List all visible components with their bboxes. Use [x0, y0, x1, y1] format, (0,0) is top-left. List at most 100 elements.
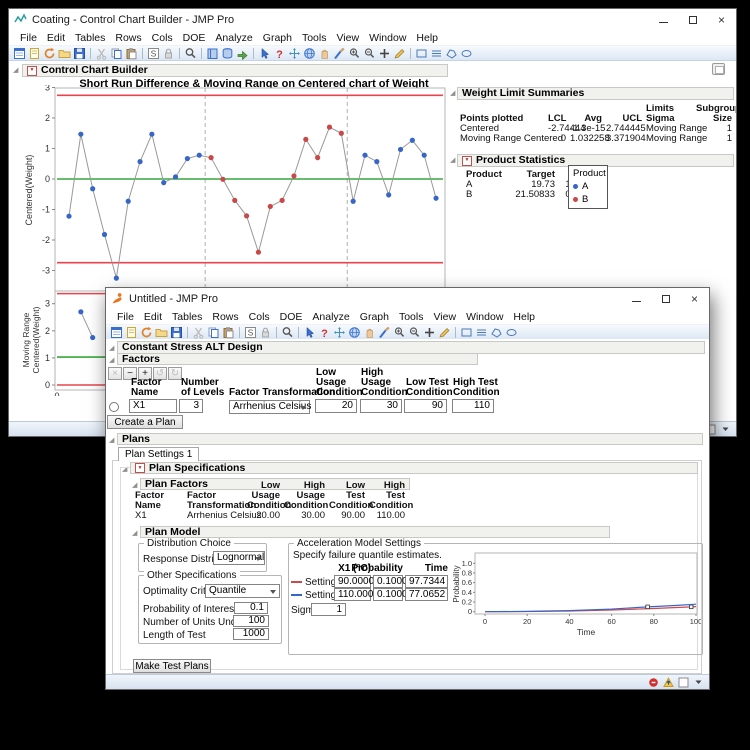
- new-doc-icon[interactable]: [125, 326, 139, 339]
- save-icon[interactable]: [73, 47, 87, 60]
- optimality-criterion-dropdown[interactable]: Quantile: [205, 584, 280, 598]
- globe-icon[interactable]: [303, 47, 317, 60]
- menu-doe[interactable]: DOE: [275, 311, 308, 323]
- menu-tables[interactable]: Tables: [70, 32, 110, 44]
- polygon-shape-icon[interactable]: [490, 326, 504, 339]
- search-icon[interactable]: [281, 326, 295, 339]
- brush-icon[interactable]: [378, 326, 392, 339]
- new-doc-icon[interactable]: [28, 47, 42, 60]
- script-window-icon[interactable]: S: [244, 326, 258, 339]
- oval-shape-icon[interactable]: [460, 47, 474, 60]
- probability-plot[interactable]: 00.20.40.60.81.0020406080100TimeProbabil…: [451, 547, 701, 642]
- grabber-icon[interactable]: [318, 47, 332, 60]
- magnifier-q-icon[interactable]: [408, 326, 422, 339]
- magnifier-p-icon[interactable]: [348, 47, 362, 60]
- rect-shape-icon[interactable]: [460, 326, 474, 339]
- panel-dock-icon[interactable]: [712, 63, 725, 75]
- menu-help[interactable]: Help: [411, 32, 443, 44]
- transformation-dropdown[interactable]: Arrhenius Celsius: [229, 400, 310, 414]
- globe-icon[interactable]: [348, 326, 362, 339]
- open-icon[interactable]: [58, 47, 72, 60]
- script-window-icon[interactable]: S: [147, 47, 161, 60]
- minimize-button[interactable]: [622, 288, 651, 309]
- response-distribution-dropdown[interactable]: Lognormal: [213, 551, 265, 565]
- disclosure-icon[interactable]: [450, 157, 455, 164]
- setting2-time-input[interactable]: 77.0652: [405, 588, 448, 601]
- outline-plans[interactable]: Plans: [117, 433, 703, 445]
- red-triangle-menu-icon[interactable]: [27, 66, 37, 76]
- menu-cols[interactable]: Cols: [244, 311, 275, 323]
- lines-shape-icon[interactable]: [430, 47, 444, 60]
- help-icon[interactable]: ?: [318, 326, 332, 339]
- menu-window[interactable]: Window: [364, 32, 411, 44]
- maximize-button[interactable]: [678, 9, 707, 30]
- copy-icon[interactable]: [207, 326, 221, 339]
- cut-icon[interactable]: [192, 326, 206, 339]
- minimize-button[interactable]: [649, 9, 678, 30]
- menu-rows[interactable]: Rows: [207, 311, 243, 323]
- open-icon[interactable]: [155, 326, 169, 339]
- menu-view[interactable]: View: [428, 311, 461, 323]
- magnifier-p-icon[interactable]: [393, 326, 407, 339]
- brush-icon[interactable]: [333, 47, 347, 60]
- factor-row-radio[interactable]: [109, 402, 119, 412]
- select-cursor-icon[interactable]: [258, 47, 272, 60]
- setting2-x1-input[interactable]: 110.0000: [334, 588, 371, 601]
- menu-graph[interactable]: Graph: [355, 311, 394, 323]
- menu-analyze[interactable]: Analyze: [307, 311, 354, 323]
- menu-tables[interactable]: Tables: [167, 311, 207, 323]
- select-cursor-icon[interactable]: [303, 326, 317, 339]
- disclosure-icon[interactable]: [109, 437, 114, 444]
- disclosure-icon[interactable]: [450, 90, 455, 97]
- red-triangle-menu-icon[interactable]: [135, 463, 145, 473]
- maximize-button[interactable]: [651, 288, 680, 309]
- menu-window[interactable]: Window: [461, 311, 508, 323]
- outline-weight-limit-summaries[interactable]: Weight Limit Summaries: [457, 87, 734, 100]
- outline-control-chart-builder[interactable]: Control Chart Builder: [22, 64, 448, 77]
- number-of-units-input[interactable]: 100: [233, 615, 269, 627]
- menu-file[interactable]: File: [112, 311, 139, 323]
- sigma-input[interactable]: 1: [311, 603, 346, 616]
- create-a-plan-button[interactable]: Create a Plan: [107, 415, 183, 429]
- lock-icon[interactable]: [259, 326, 273, 339]
- paste-icon[interactable]: [125, 47, 139, 60]
- menu-tools[interactable]: Tools: [297, 32, 332, 44]
- checkbox-status-icon[interactable]: [677, 676, 691, 689]
- move-icon[interactable]: [333, 326, 347, 339]
- caution-status-icon[interactable]: [662, 676, 676, 689]
- paste-icon[interactable]: [222, 326, 236, 339]
- factor-name-input[interactable]: X1: [129, 399, 177, 413]
- disclosure-icon[interactable]: [109, 345, 114, 352]
- lines-shape-icon[interactable]: [475, 326, 489, 339]
- plus-icon[interactable]: [378, 47, 392, 60]
- menu-file[interactable]: File: [15, 32, 42, 44]
- plus-icon[interactable]: [423, 326, 437, 339]
- copy-icon[interactable]: [110, 47, 124, 60]
- low-usage-input[interactable]: 20: [315, 399, 357, 413]
- low-test-input[interactable]: 90: [404, 399, 447, 413]
- menu-graph[interactable]: Graph: [258, 32, 297, 44]
- menu-analyze[interactable]: Analyze: [210, 32, 257, 44]
- error-status-icon[interactable]: [647, 676, 661, 689]
- setting2-probability-input[interactable]: 0.1000: [373, 588, 403, 601]
- tab-plan-settings-1[interactable]: Plan Settings 1: [118, 447, 199, 461]
- search-icon[interactable]: [184, 47, 198, 60]
- pencil-icon[interactable]: [438, 326, 452, 339]
- control-chart[interactable]: 3210-1-2-3Centered(Weight): [20, 85, 450, 293]
- outline-plan-model[interactable]: Plan Model: [140, 526, 610, 538]
- pencil-icon[interactable]: [393, 47, 407, 60]
- titlebar[interactable]: Untitled - JMP Pro ×: [106, 288, 709, 309]
- menu-edit[interactable]: Edit: [42, 32, 70, 44]
- rect-shape-icon[interactable]: [415, 47, 429, 60]
- disclosure-icon[interactable]: [109, 357, 114, 364]
- oval-shape-icon[interactable]: [505, 326, 519, 339]
- red-triangle-menu-icon[interactable]: [462, 156, 472, 166]
- outline-plan-specifications[interactable]: Plan Specifications: [130, 462, 698, 474]
- journal-icon[interactable]: [206, 47, 220, 60]
- length-of-test-input[interactable]: 1000: [233, 628, 269, 640]
- refresh-icon[interactable]: [140, 326, 154, 339]
- magnifier-q-icon[interactable]: [363, 47, 377, 60]
- high-test-input[interactable]: 110: [452, 399, 494, 413]
- refresh-icon[interactable]: [43, 47, 57, 60]
- menu-doe[interactable]: DOE: [178, 32, 211, 44]
